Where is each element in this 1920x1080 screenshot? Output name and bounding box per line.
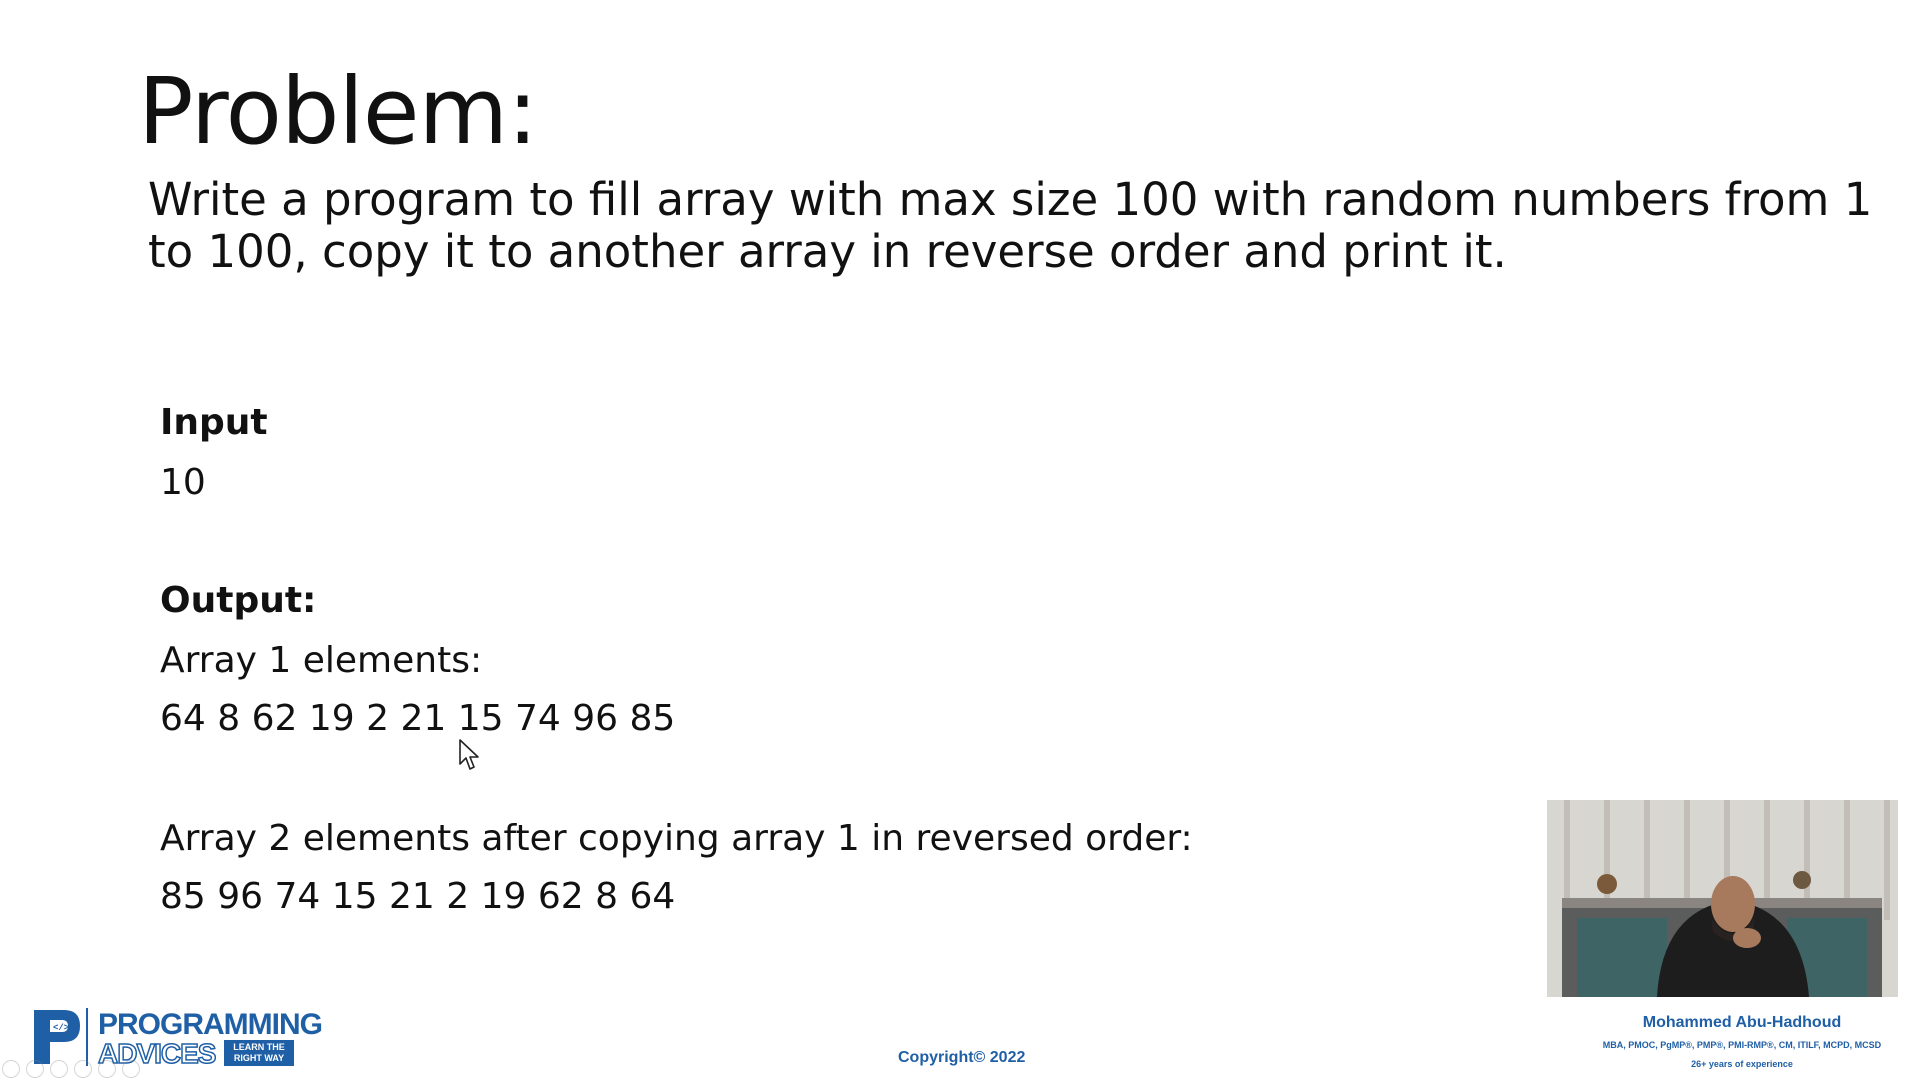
presenter-experience: 26+ years of experience (1691, 1059, 1793, 1069)
slide-title: Problem: (138, 58, 538, 165)
webcam-frame-image (1547, 800, 1898, 997)
array1-values: 64 8 62 19 2 21 15 74 96 85 (160, 698, 676, 739)
logo-tagline-line-1: LEARN THE (233, 1042, 285, 1052)
logo-wordmark-programming: PROGRAMMING (98, 1008, 323, 1041)
zoom-icon[interactable] (98, 1060, 116, 1078)
input-label: Input (160, 402, 268, 443)
svg-text:</>: </> (53, 1023, 69, 1033)
presentation-controls[interactable] (2, 1060, 140, 1078)
array2-values: 85 96 74 15 21 2 19 62 8 64 (160, 876, 676, 917)
input-value: 10 (160, 462, 206, 503)
array1-label: Array 1 elements: (160, 640, 483, 681)
logo-tagline-line-2: RIGHT WAY (233, 1053, 285, 1063)
more-options-icon[interactable] (122, 1060, 140, 1078)
presenter-credentials: MBA, PMOC, PgMP®, PMP®, PMI-RMP®, CM, IT… (1602, 1040, 1882, 1050)
presenter-webcam-video (1547, 800, 1898, 997)
copyright-notice: Copyright© 2022 (898, 1049, 1026, 1066)
pen-tool-icon[interactable] (50, 1060, 68, 1078)
logo-divider (86, 1008, 88, 1066)
array2-label: Array 2 elements after copying array 1 i… (160, 818, 1193, 859)
slides-overview-icon[interactable] (74, 1060, 92, 1078)
next-slide-icon[interactable] (26, 1060, 44, 1078)
previous-slide-icon[interactable] (2, 1060, 20, 1078)
mouse-cursor-icon (459, 739, 479, 770)
presenter-name: Mohammed Abu-Hadhoud (1642, 1014, 1842, 1031)
problem-statement: Write a program to fill array with max s… (148, 173, 1873, 278)
output-label: Output: (160, 580, 317, 621)
programming-advices-logo-icon: </> (34, 1010, 80, 1064)
logo-tagline: LEARN THE RIGHT WAY (224, 1040, 294, 1066)
